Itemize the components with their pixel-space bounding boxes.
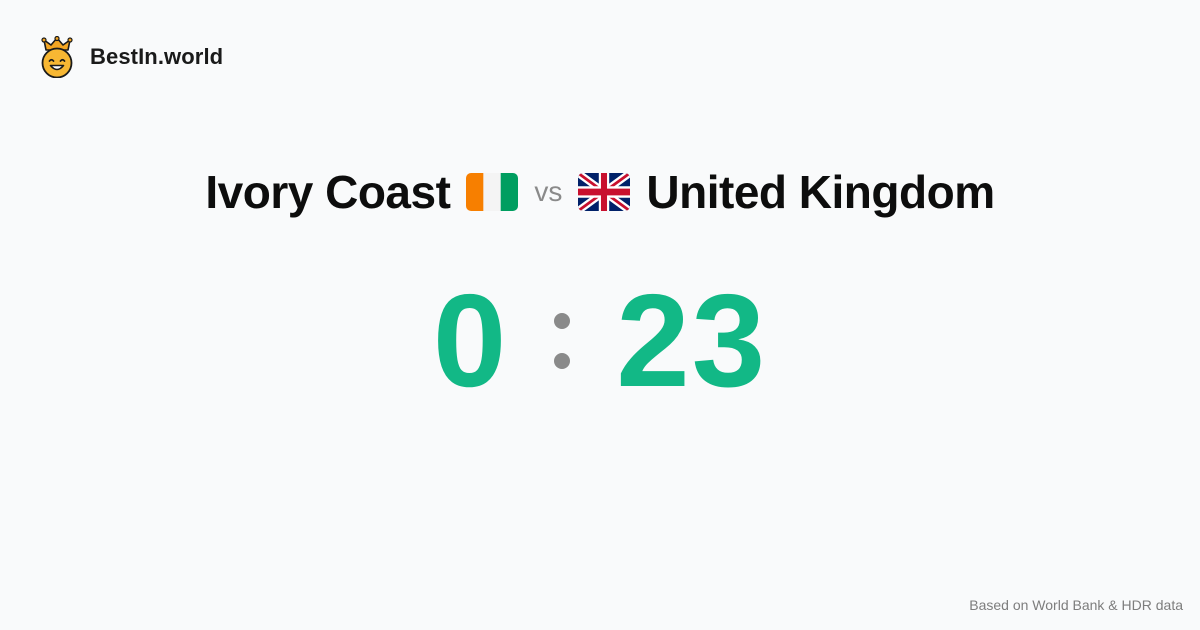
brand-name: BestIn.world	[90, 44, 224, 69]
united-kingdom-flag-icon	[578, 173, 631, 211]
colon-dot-bottom	[554, 353, 571, 369]
left-country-name: Ivory Coast	[205, 166, 451, 218]
right-country-name: United Kingdom	[646, 166, 995, 218]
left-score: 0	[432, 267, 509, 414]
score-display: 0 23	[0, 267, 1200, 414]
colon-dot-top	[554, 313, 571, 329]
comparison-title: Ivory Coast vs United Kingdom	[0, 162, 1200, 222]
right-score: 23	[616, 267, 768, 414]
vs-label: vs	[534, 176, 563, 207]
crowned-smiley-icon	[41, 36, 73, 78]
ivory-coast-flag-icon	[466, 173, 519, 211]
score-separator-colon	[554, 296, 571, 386]
data-source-note: Based on World Bank & HDR data	[969, 597, 1183, 613]
brand[interactable]: BestIn.world	[38, 36, 223, 78]
